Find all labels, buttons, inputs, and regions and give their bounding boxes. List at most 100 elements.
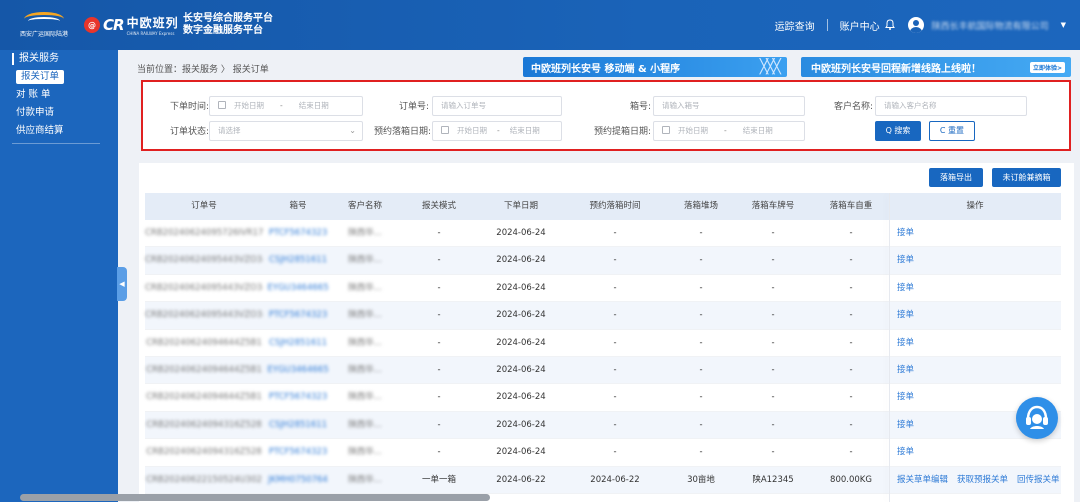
top-header: 西安广运国际陆港 @ CR 中欧班列 CHINA RAILWAY Express…: [0, 0, 1080, 50]
cell-drop-plate: 陕A12345: [752, 474, 794, 485]
tracking-link[interactable]: 运踪查询: [775, 18, 815, 33]
cell-order-date: 2024-06-24: [496, 419, 546, 430]
status-label: 订单状态:: [169, 127, 209, 137]
sidebar-item-statement[interactable]: 对 账 单: [16, 88, 51, 102]
cell-planned-drop-time: -: [613, 310, 617, 321]
cell-customer: 陕西华...: [348, 365, 382, 375]
cell-box-no[interactable]: JKMH0750764: [263, 467, 333, 494]
end-date-placeholder: 结束日期: [298, 101, 329, 110]
cell-box-no[interactable]: PTCF5674323: [263, 384, 333, 411]
row-action-link[interactable]: 接单: [897, 283, 914, 293]
cell-drop-plate: -: [771, 228, 775, 238]
cell-drop-plate: -: [771, 337, 775, 348]
cell-actions: 接单: [889, 220, 1061, 247]
cell-box-no[interactable]: CSJH2851611: [263, 412, 333, 439]
main-content: 当前位置：报关服务 〉 报关订单 中欧班列长安号 移动端 & 小程序 ╳╳╳ 中…: [127, 50, 1080, 502]
cell-planned-drop-time: -: [613, 419, 617, 430]
row-action-link[interactable]: 报关草单编辑: [897, 475, 948, 485]
row-action-link[interactable]: 接单: [897, 365, 914, 375]
cell-drop-yard: -: [699, 447, 703, 458]
cell-box-no[interactable]: PTCF5674323: [263, 302, 333, 329]
order-no-input[interactable]: 请输入订单号: [432, 96, 562, 116]
cell-drop-weight: -: [849, 310, 853, 321]
cell-drop-yard: -: [699, 365, 703, 375]
row-action-link[interactable]: 回传报关单: [1017, 475, 1060, 485]
row-action-link[interactable]: 接单: [897, 447, 914, 457]
row-action-link[interactable]: 接单: [897, 310, 914, 320]
account-center-link[interactable]: 账户中心: [840, 18, 880, 33]
cell-order-date: 2024-06-24: [496, 447, 546, 458]
start-date-placeholder: 开始日期: [457, 126, 487, 135]
sidebar-item-payment-request[interactable]: 付款申请: [16, 106, 54, 120]
sidebar: 报关服务 报关订单 对 账 单 付款申请 供应商结算: [0, 50, 118, 502]
order-time-range-input[interactable]: 开始日期 - 结束日期: [209, 96, 363, 116]
unbooked-pickup-button[interactable]: 未订舱兼摘箱: [992, 168, 1061, 187]
header-divider: [826, 19, 828, 31]
range-separator: -: [724, 126, 727, 135]
filter-row-1: 下单时间: 开始日期 - 结束日期 订单号: 请输入订单号 箱号: 请输入箱号 客户…: [143, 96, 1069, 118]
sidebar-item-customs-orders[interactable]: 报关订单: [16, 70, 65, 84]
sidebar-item-supplier-settlement[interactable]: 供应商结算: [16, 124, 64, 138]
table-row: CRB20240624095443VZO34 EYGU3464665 陕西华... -…: [145, 275, 1061, 303]
new-route-banner[interactable]: 中欧班列长安号回程新增线路上线啦！ 立即体验>: [801, 57, 1071, 77]
user-avatar-icon[interactable]: [907, 17, 924, 33]
col-drop-plate: 落箱车牌号: [751, 201, 795, 211]
cell-planned-drop-time: 2024-06-22: [590, 474, 640, 485]
customer-service-button[interactable]: [1016, 397, 1058, 439]
calendar-icon: [441, 126, 449, 134]
horizontal-scrollbar[interactable]: [20, 494, 490, 501]
customer-service-icon: [1026, 405, 1048, 429]
cell-drop-weight: -: [849, 365, 853, 375]
cr-en-name: CHINA RAILWAY Express: [126, 31, 175, 36]
customer-input[interactable]: 请输入客户名称: [875, 96, 1027, 116]
cell-order-no: CRB20240624095443VZO34: [145, 310, 263, 321]
cell-box-no[interactable]: EYGU3464665: [263, 275, 333, 302]
cell-box-no[interactable]: CSJH2851611: [263, 330, 333, 357]
cell-order-date: 2024-06-24: [496, 337, 546, 348]
cell-order-no: CRB20240624094644Z5B1: [146, 392, 262, 403]
row-action-link[interactable]: 接单: [897, 228, 914, 238]
planned-pickup-date-range-input[interactable]: 开始日期 - 结束日期: [653, 121, 805, 141]
sidebar-collapse-button[interactable]: ◀: [117, 267, 127, 301]
cell-box-no[interactable]: PTCF5674323: [263, 220, 333, 247]
table-row: CRB20240624094316Z528 CSJH2851611 陕西华... - 2…: [145, 411, 1061, 440]
row-action-link[interactable]: 接单: [897, 255, 914, 265]
cell-drop-yard: -: [699, 282, 703, 293]
planned-drop-date-range-input[interactable]: 开始日期 - 结束日期: [432, 121, 562, 141]
drop-box-export-button[interactable]: 落箱导出: [929, 168, 983, 187]
col-box-no: 箱号: [289, 201, 307, 211]
cell-box-no[interactable]: PTCF5674323: [263, 439, 333, 466]
fixed-column-divider: [889, 193, 890, 502]
order-time-label: 下单时间:: [169, 102, 209, 112]
cell-order-no: CRB20240624094644Z5B1: [146, 365, 262, 375]
row-action-link[interactable]: 接单: [897, 392, 914, 402]
cell-order-date: 2024-06-24: [496, 365, 546, 375]
cell-drop-plate: -: [771, 419, 775, 430]
cr-brand: CR: [103, 16, 125, 34]
banner-cta[interactable]: 立即体验>: [1029, 62, 1065, 73]
row-action-link[interactable]: 接单: [897, 420, 914, 430]
company-name[interactable]: 陕西长丰航国际物流有限公司: [932, 19, 1049, 32]
search-button[interactable]: Q 搜索: [875, 121, 921, 141]
cell-customer: 陕西华...: [348, 282, 382, 293]
mobile-app-banner[interactable]: 中欧班列长安号 移动端 & 小程序 ╳╳╳: [523, 57, 787, 77]
cell-box-no[interactable]: CSJH2851611: [263, 247, 333, 274]
cell-customs-mode: -: [437, 365, 441, 375]
orders-panel: 落箱导出 未订舱兼摘箱 订单号 箱号 客户名称 报关模式 下单日期 预约落箱时间…: [139, 163, 1074, 502]
status-select[interactable]: 请选择 ⌄: [209, 121, 363, 141]
bell-icon[interactable]: [884, 19, 896, 31]
table-row: CRB20240624094316Z528 PTCF5674323 陕西华... - 2…: [145, 439, 1061, 467]
box-no-input[interactable]: 请输入箱号: [653, 96, 805, 116]
chevron-down-icon[interactable]: ▼: [1061, 21, 1066, 29]
cell-drop-plate: -: [771, 365, 775, 375]
cell-order-date: 2024-06-24: [496, 310, 546, 321]
mobile-app-banner-text: 中欧班列长安号 移动端 & 小程序: [531, 63, 681, 75]
row-action-link[interactable]: 获取预报关单: [957, 475, 1008, 485]
planned-drop-date-label: 预约落箱日期:: [373, 127, 431, 137]
row-action-link[interactable]: 接单: [897, 338, 914, 348]
cell-actions: 接单: [889, 357, 1061, 384]
reset-button[interactable]: C 重置: [929, 121, 975, 141]
cell-drop-plate: -: [771, 282, 775, 293]
cell-actions: 报关草单编辑 获取预报关单 回传报关单: [889, 467, 1061, 494]
cell-box-no[interactable]: EYGU3464665: [263, 357, 333, 384]
